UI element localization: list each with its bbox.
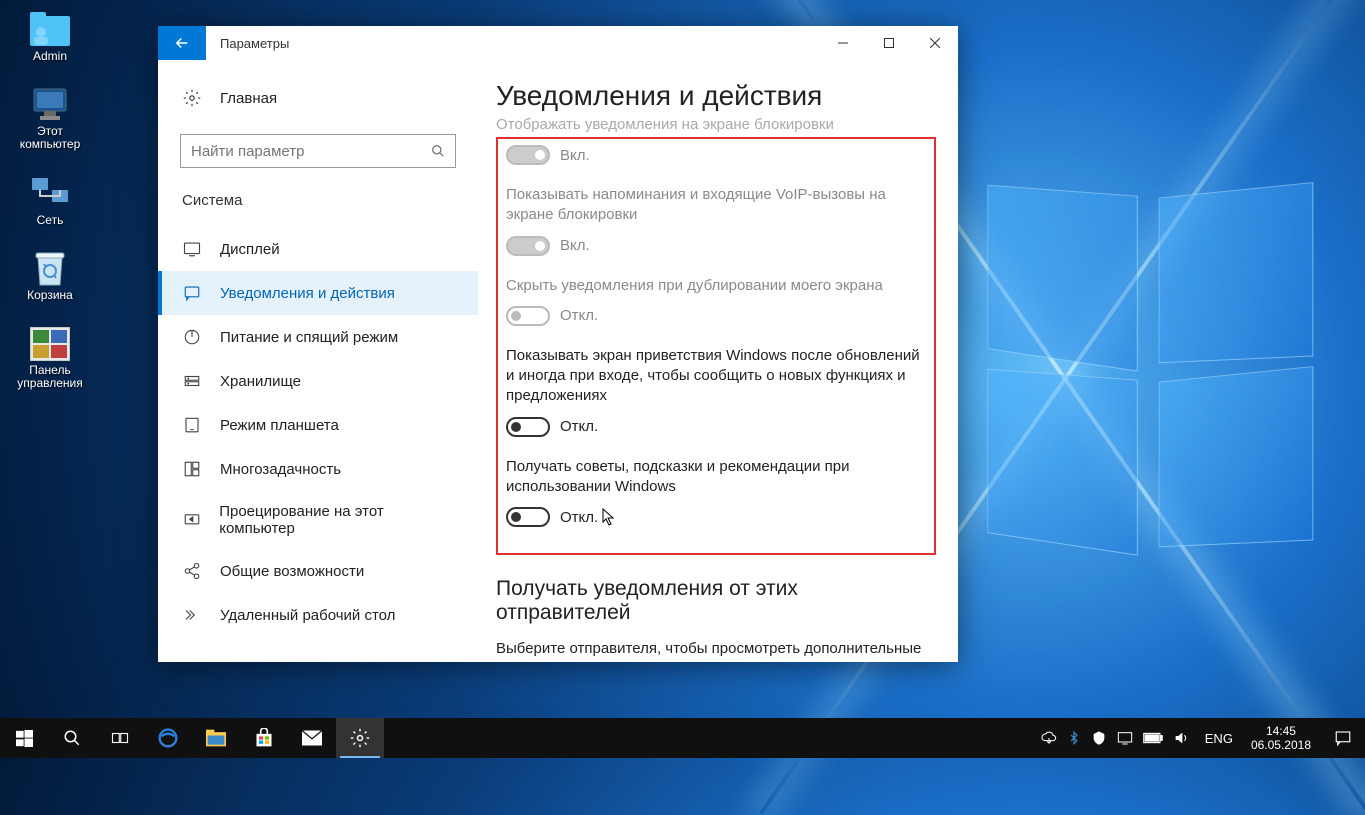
taskbar: ENG 14:45 06.05.2018 (0, 718, 1365, 758)
share-icon (182, 561, 202, 581)
nav-power[interactable]: Питание и спящий режим (158, 315, 478, 359)
title-bar: Параметры (158, 26, 958, 60)
tray-bluetooth-icon[interactable] (1067, 730, 1081, 746)
user-folder-icon (28, 10, 72, 50)
edge-button[interactable] (144, 718, 192, 758)
toggle-welcome-experience[interactable] (506, 417, 550, 437)
desktop-icon-recycle-bin[interactable]: Корзина (10, 249, 90, 302)
display-icon (182, 239, 202, 259)
sidebar: Главная Система Дисплей Уведомления и де… (158, 60, 478, 662)
language-indicator[interactable]: ENG (1197, 731, 1241, 746)
content-pane: Уведомления и действия Отображать уведом… (478, 60, 958, 662)
nav-shared[interactable]: Общие возможности (158, 549, 478, 593)
close-button[interactable] (912, 26, 958, 60)
search-icon (431, 144, 445, 158)
window-title: Параметры (220, 36, 820, 51)
setting-welcome-experience: Показывать экран приветствия Windows пос… (506, 346, 926, 437)
project-icon (182, 510, 201, 530)
nav-storage[interactable]: Хранилище (158, 359, 478, 403)
toggle-tips[interactable] (506, 507, 550, 527)
nav-display[interactable]: Дисплей (158, 227, 478, 271)
page-heading: Уведомления и действия (496, 80, 936, 112)
nav-tablet[interactable]: Режим планшета (158, 403, 478, 447)
search-input[interactable] (191, 143, 431, 160)
monitor-icon (28, 85, 72, 125)
setting-voip-reminders: Показывать напоминания и входящие VoIP-в… (506, 185, 926, 256)
desktop-icon-this-pc[interactable]: Этот компьютер (10, 85, 90, 151)
multitask-icon (182, 459, 202, 479)
power-icon (182, 327, 202, 347)
desktop-icon-admin[interactable]: Admin (10, 10, 90, 63)
truncated-setting-label: Отображать уведомления на экране блокиро… (496, 116, 936, 133)
home-link[interactable]: Главная (158, 80, 478, 116)
nav-remote-desktop[interactable]: Удаленный рабочий стол (158, 593, 478, 637)
clock[interactable]: 14:45 06.05.2018 (1241, 724, 1321, 753)
setting-tips: Получать советы, подсказки и рекомендаци… (506, 457, 926, 528)
tray-battery-icon[interactable] (1143, 732, 1163, 744)
explorer-button[interactable] (192, 718, 240, 758)
gear-icon (182, 88, 202, 108)
section-header: Система (158, 192, 478, 227)
highlight-box: Вкл. Показывать напоминания и входящие V… (496, 137, 936, 555)
nav-multitasking[interactable]: Многозадачность (158, 447, 478, 491)
task-view[interactable] (96, 718, 144, 758)
maximize-button[interactable] (866, 26, 912, 60)
senders-text: Выберите отправителя, чтобы просмотреть … (496, 639, 936, 662)
taskbar-search[interactable] (48, 718, 96, 758)
back-button[interactable] (158, 26, 206, 60)
nav-notifications[interactable]: Уведомления и действия (158, 271, 478, 315)
senders-heading: Получать уведомления от этих отправителе… (496, 577, 936, 625)
tablet-icon (182, 415, 202, 435)
tray (1033, 730, 1197, 746)
tray-onedrive-icon[interactable] (1041, 730, 1057, 746)
storage-icon (182, 371, 202, 391)
search-box[interactable] (180, 134, 456, 168)
toggle-lockscreen-notifications[interactable] (506, 145, 550, 165)
start-button[interactable] (0, 718, 48, 758)
settings-taskbar-button[interactable] (336, 718, 384, 758)
tray-network-icon[interactable] (1117, 730, 1133, 746)
remote-icon (182, 605, 202, 625)
network-icon (28, 174, 72, 214)
tray-security-icon[interactable] (1091, 730, 1107, 746)
cursor-icon (602, 508, 616, 526)
desktop-icon-control-panel[interactable]: Панель управления (10, 324, 90, 390)
home-label: Главная (220, 90, 277, 107)
settings-window: Параметры Главная Система Дисплей (158, 26, 958, 662)
nav-projecting[interactable]: Проецирование на этот компьютер (158, 491, 478, 549)
store-button[interactable] (240, 718, 288, 758)
control-panel-icon (28, 324, 72, 364)
toggle-voip-reminders[interactable] (506, 236, 550, 256)
action-center-button[interactable] (1321, 718, 1365, 758)
desktop-icons: Admin Этот компьютер Сеть Корзина Панель… (10, 10, 90, 412)
setting-hide-duplicating: Скрыть уведомления при дублировании моег… (506, 276, 926, 326)
minimize-button[interactable] (820, 26, 866, 60)
chat-icon (182, 283, 202, 303)
desktop-icon-network[interactable]: Сеть (10, 174, 90, 227)
trash-icon (28, 249, 72, 289)
mail-button[interactable] (288, 718, 336, 758)
setting-lockscreen-notifications: Вкл. (506, 145, 926, 165)
tray-volume-icon[interactable] (1173, 730, 1189, 746)
toggle-hide-duplicating[interactable] (506, 306, 550, 326)
